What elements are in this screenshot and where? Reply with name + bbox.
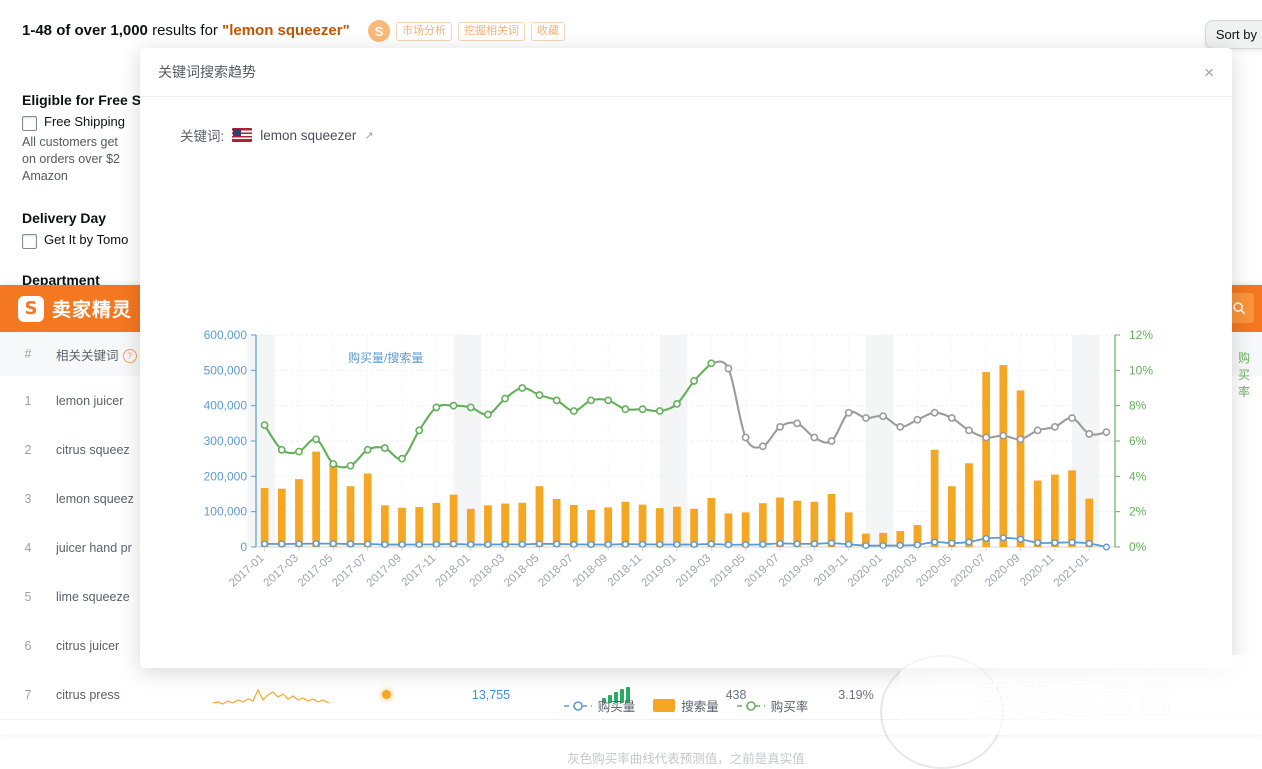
svg-text:300,000: 300,000 (204, 434, 248, 448)
row-index: 7 (24, 687, 32, 702)
svg-text:400,000: 400,000 (204, 399, 248, 413)
close-icon[interactable]: × (1204, 64, 1214, 81)
checkbox-get-it-by-tomorrow[interactable]: Get It by Tomo (22, 232, 128, 249)
keyword-value: lemon squeezer (260, 127, 357, 143)
svg-text:500,000: 500,000 (204, 363, 248, 377)
sort-by-dropdown[interactable]: Sort by (1204, 20, 1262, 49)
keyword-label: 关键词: (180, 129, 225, 144)
svg-text:12%: 12% (1129, 328, 1153, 342)
facet-heading-free-shipping: Eligible for Free S (22, 92, 142, 108)
facet-delivery-day: Delivery Day Get It by Tomo (22, 210, 128, 249)
svg-text:2019-07: 2019-07 (743, 552, 782, 589)
sellersprite-brand-name: 卖家精灵 (52, 300, 133, 321)
svg-text:2020-03: 2020-03 (880, 552, 919, 589)
results-for-text: results for (147, 22, 223, 39)
svg-text:6%: 6% (1129, 434, 1147, 448)
legend-bar-icon (653, 699, 676, 712)
results-count: 1-48 of over 1,000 (22, 22, 148, 39)
keyword-row: 关键词: lemon squeezer ↗ (140, 97, 1232, 145)
row-index: 1 (24, 393, 32, 408)
modal-title: 关键词搜索趋势 (158, 64, 256, 80)
checkbox-icon[interactable] (22, 234, 37, 249)
svg-text:2018-03: 2018-03 (468, 552, 507, 589)
svg-text:2017-05: 2017-05 (296, 552, 335, 589)
svg-text:2020-11: 2020-11 (1018, 552, 1057, 589)
column-header-index: # (24, 347, 32, 361)
svg-text:0%: 0% (1129, 540, 1147, 554)
sellersprite-logo-icon: S (368, 20, 390, 42)
results-count-line: 1-48 of over 1,000 results for "lemon sq… (22, 22, 350, 39)
keyword-trend-modal: 关键词搜索趋势 × 关键词: lemon squeezer ↗ 购买量/搜索量 … (140, 48, 1250, 766)
sellersprite-chip-row: S 市场分析 挖掘相关词 收藏 (368, 20, 565, 42)
svg-text:2021-01: 2021-01 (1052, 552, 1091, 589)
svg-text:2019-09: 2019-09 (777, 552, 816, 589)
chip-market-analysis[interactable]: 市场分析 (396, 21, 452, 41)
svg-text:2019-01: 2019-01 (640, 552, 679, 589)
legend-item-purchases[interactable]: 购买量 (563, 696, 636, 715)
chip-favorite[interactable]: 收藏 (531, 21, 565, 41)
chart-svg: 0 0% 100,000 2% 200,000 4% 300,000 6% 400,000 8% 5… (204, 328, 1154, 589)
chart-legend: 购买量 搜索量 购买率 (140, 696, 1232, 715)
checkbox-free-shipping[interactable]: Free Shipping (22, 114, 141, 131)
svg-text:10%: 10% (1129, 363, 1153, 377)
svg-text:2018-01: 2018-01 (433, 552, 472, 589)
checkbox-label-get-it-by-tomorrow: Get It by Tomo (44, 232, 129, 247)
svg-text:0: 0 (240, 540, 247, 554)
us-flag-icon (232, 128, 253, 142)
chart-footnote: 灰色购买率曲线代表预测值，之前是真实值 (567, 752, 805, 766)
row-index: 6 (24, 638, 32, 653)
results-keyword: "lemon squeezer" (222, 22, 350, 39)
legend-item-search-volume[interactable]: 搜索量 (653, 696, 719, 715)
legend-item-conversion-rate[interactable]: 购买率 (736, 696, 809, 715)
svg-text:2019-11: 2019-11 (812, 552, 851, 589)
checkbox-icon[interactable] (22, 116, 37, 131)
svg-text:2017-07: 2017-07 (330, 552, 369, 589)
svg-text:4%: 4% (1129, 469, 1147, 483)
svg-text:2017-03: 2017-03 (262, 552, 301, 589)
column-header-keyword-label: 相关关键词 (56, 348, 119, 363)
svg-text:2020-07: 2020-07 (949, 552, 988, 589)
svg-text:200,000: 200,000 (204, 469, 248, 483)
help-icon[interactable]: ? (122, 349, 137, 364)
svg-text:2020-05: 2020-05 (914, 552, 953, 589)
sellersprite-logo-icon: S (18, 295, 44, 322)
row-index: 5 (24, 589, 32, 604)
svg-text:2020-09: 2020-09 (983, 552, 1022, 589)
modal-header: 关键词搜索趋势 × (140, 48, 1232, 97)
svg-text:2018-11: 2018-11 (606, 552, 645, 589)
keyword-trend-chart: 购买量/搜索量 购买率 0 0% 100,000 2% 200,000 4% 300,000… (140, 145, 1250, 766)
checkbox-label-free-shipping: Free Shipping (44, 114, 125, 129)
svg-text:2018-09: 2018-09 (571, 552, 610, 589)
svg-text:2019-05: 2019-05 (708, 552, 747, 589)
chip-mine-related-keywords[interactable]: 挖掘相关词 (458, 21, 525, 41)
svg-text:2%: 2% (1129, 505, 1147, 519)
svg-text:8%: 8% (1129, 399, 1147, 413)
svg-text:2017-09: 2017-09 (365, 552, 404, 589)
svg-text:2018-07: 2018-07 (536, 552, 575, 589)
svg-text:2018-05: 2018-05 (502, 552, 541, 589)
y-axis-right-title: 购买率 (1238, 351, 1251, 399)
legend-label-conversion-rate: 购买率 (770, 700, 809, 714)
row-index: 3 (24, 491, 32, 506)
external-link-icon[interactable]: ↗ (364, 129, 373, 142)
row-index: 4 (24, 540, 32, 555)
facet-note-free-shipping: All customers get on orders over $2 Amaz… (22, 135, 120, 183)
svg-text:100,000: 100,000 (204, 505, 248, 519)
sellersprite-brand: S 卖家精灵 (0, 295, 132, 322)
svg-text:2017-01: 2017-01 (227, 552, 266, 589)
facet-heading-delivery-day: Delivery Day (22, 210, 107, 226)
row-index: 2 (24, 442, 32, 457)
legend-label-purchases: 购买量 (597, 700, 636, 714)
svg-text:2017-11: 2017-11 (400, 552, 439, 589)
legend-line-icon (736, 700, 765, 711)
svg-text:600,000: 600,000 (204, 328, 248, 342)
facet-free-shipping: Eligible for Free S Free Shipping All cu… (22, 92, 141, 185)
svg-text:2019-03: 2019-03 (674, 552, 713, 589)
svg-text:2020-01: 2020-01 (846, 552, 885, 589)
legend-label-search-volume: 搜索量 (681, 700, 719, 714)
legend-line-icon (563, 700, 592, 711)
